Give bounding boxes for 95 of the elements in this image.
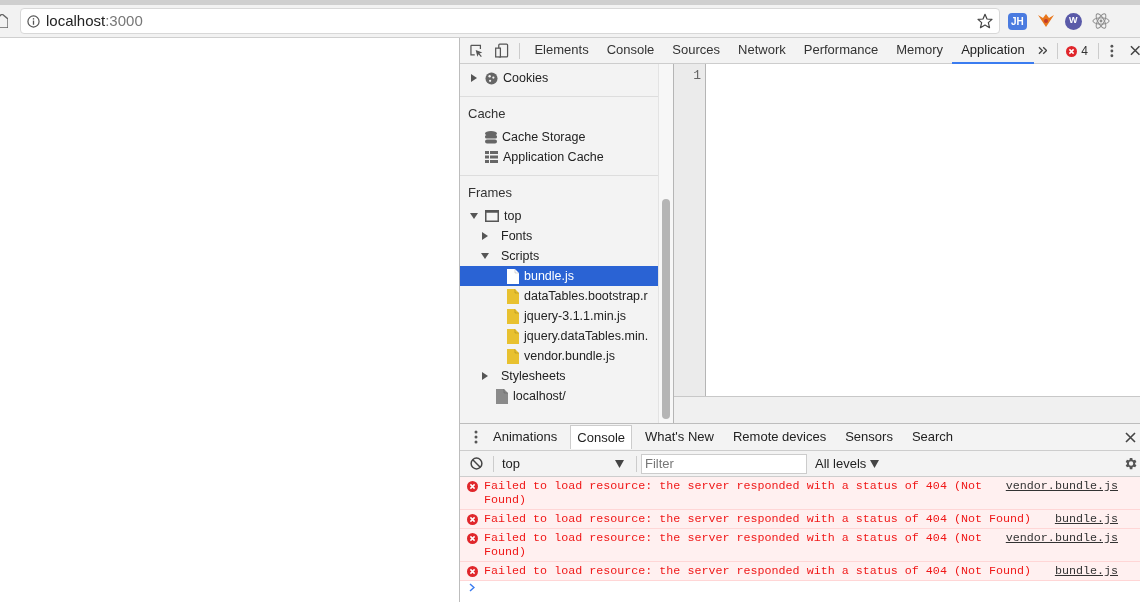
tree-item-label: jquery-3.1.1.min.js <box>524 307 627 325</box>
caret-icon[interactable] <box>481 252 489 260</box>
error-icon <box>1066 46 1078 57</box>
tree-item-label: Cookies <box>503 69 549 87</box>
error-icon <box>467 481 478 492</box>
tree-item[interactable]: bundle.js <box>460 266 658 286</box>
panel-tab[interactable]: Elements <box>525 37 598 64</box>
settings-icon[interactable] <box>1123 456 1138 471</box>
error-icon <box>467 514 478 525</box>
error-count[interactable]: 4 <box>1081 41 1088 60</box>
tree-item[interactable]: jquery.dataTables.min. <box>460 326 658 346</box>
extension-icon[interactable] <box>1036 13 1055 29</box>
error-icon <box>467 533 478 544</box>
dropdown-icon <box>870 459 880 468</box>
extension-icon[interactable]: W <box>1064 12 1082 30</box>
source-link[interactable]: bundle.js <box>1054 564 1118 578</box>
file-icon <box>496 388 508 404</box>
caret-icon[interactable] <box>481 232 489 240</box>
tree-item-label: dataTables.bootstrap.r <box>524 287 648 305</box>
caret-icon[interactable] <box>470 74 478 82</box>
context-select[interactable]: top <box>494 453 632 474</box>
more-icon[interactable] <box>474 430 478 444</box>
panel-tab[interactable]: Network <box>729 37 795 64</box>
tree-item-label: bundle.js <box>524 267 575 285</box>
scrollbar-thumb[interactable] <box>662 199 670 419</box>
window-icon <box>485 210 499 222</box>
tree-item-label: Cache Storage <box>502 128 586 146</box>
tree-item-label: Application Cache <box>503 148 604 166</box>
drawer-tab[interactable]: What's New <box>639 425 720 449</box>
url-text: localhost:3000 <box>46 10 143 31</box>
tree-item[interactable]: vendor.bundle.js <box>460 346 658 366</box>
home-icon[interactable] <box>0 14 8 28</box>
file-icon <box>507 288 519 304</box>
source-link[interactable]: vendor.bundle.js <box>1005 531 1118 545</box>
tree-item-label: Scripts <box>501 247 540 265</box>
database-icon <box>485 130 497 144</box>
tree-item[interactable]: Cookies <box>460 68 658 88</box>
drawer-tab[interactable]: Remote devices <box>726 425 833 449</box>
panel-tab[interactable]: Memory <box>887 37 953 64</box>
extension-icon[interactable]: JH <box>1008 12 1027 30</box>
file-icon <box>507 328 519 344</box>
prompt-icon[interactable] <box>469 583 475 592</box>
cookie-icon <box>485 71 498 85</box>
tree-item-label: top <box>504 207 522 225</box>
levels-select[interactable]: All levels <box>815 453 880 474</box>
close-icon[interactable] <box>1129 45 1140 56</box>
atom-icon[interactable] <box>1091 12 1110 30</box>
file-icon <box>507 308 519 324</box>
source-link[interactable]: vendor.bundle.js <box>1005 479 1118 493</box>
tree-item[interactable]: Stylesheets <box>460 366 658 386</box>
panel-tab[interactable]: Sources <box>663 37 730 64</box>
tree-item-label: vendor.bundle.js <box>524 347 616 365</box>
tree-item[interactable]: Scripts <box>460 246 658 266</box>
drawer-tab[interactable]: Sensors <box>839 425 899 449</box>
line-number: 1 <box>692 67 701 85</box>
panel-tab[interactable]: Console <box>597 37 664 64</box>
grid-icon <box>485 151 498 163</box>
error-icon <box>467 566 478 577</box>
error-message: Failed to load resource: the server responded with a status of 404 (Not Found) <box>484 512 1033 526</box>
tree-item-label: Stylesheets <box>501 367 566 385</box>
tree-item[interactable]: Cache Storage <box>460 127 658 147</box>
tree-item-label: jquery.dataTables.min. <box>524 327 649 345</box>
drawer-tab[interactable]: Search <box>905 425 960 449</box>
section-title: Cache <box>467 105 507 124</box>
tree-item[interactable]: Application Cache <box>460 147 658 167</box>
dropdown-icon <box>615 459 624 468</box>
tree-item-label: Fonts <box>501 227 533 245</box>
close-icon[interactable] <box>1125 431 1136 443</box>
error-message: Failed to load resource: the server responded with a status of 404 (Not Found) <box>484 531 983 559</box>
tree-item[interactable]: dataTables.bootstrap.r <box>460 286 658 306</box>
error-message: Failed to load resource: the server responded with a status of 404 (Not Found) <box>484 564 1033 578</box>
tree-item[interactable]: Fonts <box>460 226 658 246</box>
inspect-icon[interactable] <box>470 43 484 58</box>
section-title: Frames <box>467 184 514 203</box>
star-icon[interactable] <box>977 13 993 29</box>
source-link[interactable]: bundle.js <box>1054 512 1118 526</box>
caret-icon[interactable] <box>481 372 489 380</box>
tree-item[interactable]: top <box>460 206 658 226</box>
drawer-tab[interactable]: Animations <box>487 425 564 449</box>
file-icon <box>507 268 519 284</box>
tree-item-label: localhost/ <box>513 387 566 405</box>
device-icon[interactable] <box>495 43 509 58</box>
filter-field[interactable]: Filter <box>641 453 807 474</box>
address-bar[interactable]: localhost:3000 <box>20 8 1000 34</box>
tree-item[interactable]: localhost/ <box>460 386 658 406</box>
error-message: Failed to load resource: the server responded with a status of 404 (Not Found) <box>484 479 983 507</box>
more-tabs-icon[interactable] <box>1037 46 1048 55</box>
info-icon[interactable] <box>27 14 40 28</box>
panel-tab[interactable]: Performance <box>794 37 888 64</box>
tree-item[interactable]: jquery-3.1.1.min.js <box>460 306 658 326</box>
drawer-tab[interactable]: Console <box>570 425 632 449</box>
caret-icon[interactable] <box>470 212 478 220</box>
clear-console-icon[interactable] <box>470 457 483 470</box>
file-icon <box>507 348 519 364</box>
more-icon[interactable] <box>1109 43 1114 58</box>
